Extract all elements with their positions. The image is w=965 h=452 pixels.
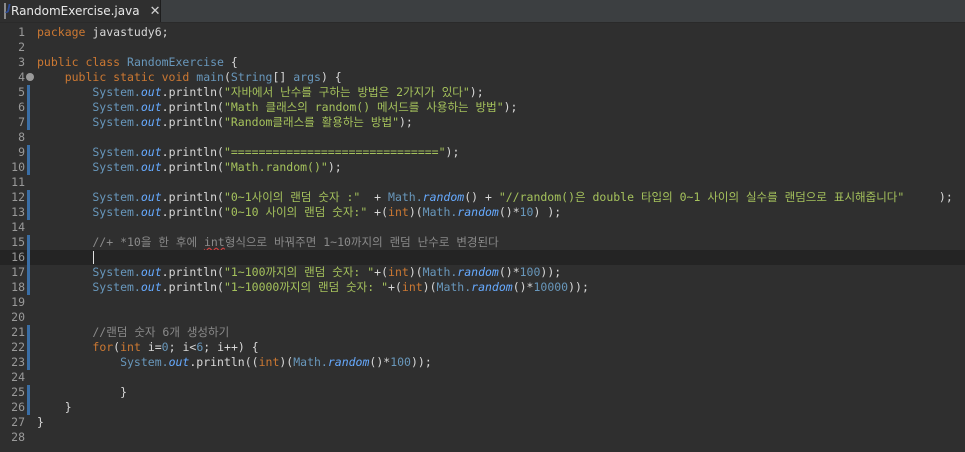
code-line[interactable]: 10 System.out.println("Math.random()"); xyxy=(0,160,965,175)
code-text: System.out.println("자바에서 난수를 구하는 방법은 2가지… xyxy=(37,85,484,99)
line-number: 12 xyxy=(11,190,25,204)
code-line[interactable]: 26 } xyxy=(0,400,965,415)
code-text: //+ *10을 한 후에 int형식으로 바꿔주면 1~10까지의 랜덤 난수… xyxy=(37,235,499,249)
line-number: 28 xyxy=(11,430,25,444)
change-marker xyxy=(27,385,30,400)
code-line[interactable]: 19 xyxy=(0,295,965,310)
line-number: 25 xyxy=(11,385,25,399)
code-line[interactable]: 17 System.out.println("1~100까지의 랜덤 숫자: "… xyxy=(0,265,965,280)
change-marker xyxy=(27,400,30,415)
code-line[interactable]: 12 System.out.println("0~1사이의 랜덤 숫자 :" +… xyxy=(0,190,965,205)
change-marker xyxy=(27,160,30,175)
change-marker xyxy=(27,355,30,370)
code-line[interactable]: 3 public class RandomExercise { xyxy=(0,55,965,70)
code-line[interactable]: 25 } xyxy=(0,385,965,400)
line-number: 13 xyxy=(11,205,25,219)
line-number: 4 xyxy=(18,70,25,84)
line-number: 5 xyxy=(18,85,25,99)
line-number: 14 xyxy=(11,220,25,234)
fold-collapse-icon[interactable] xyxy=(26,73,34,81)
code-text: } xyxy=(37,400,72,414)
text-caret xyxy=(93,251,94,264)
close-icon[interactable]: ✕ xyxy=(150,4,161,19)
code-text: System.out.println("Math 클래스의 random() 메… xyxy=(37,100,518,114)
change-marker xyxy=(27,325,30,340)
line-number: 1 xyxy=(18,25,25,39)
code-line[interactable]: 9 System.out.println("==================… xyxy=(0,145,965,160)
line-number: 15 xyxy=(11,235,25,249)
change-marker xyxy=(27,145,30,160)
line-number: 9 xyxy=(18,145,25,159)
line-number: 16 xyxy=(11,250,25,264)
code-text: System.out.println("0~1사이의 랜덤 숫자 :" + Ma… xyxy=(37,190,953,204)
change-marker xyxy=(27,115,30,130)
code-line[interactable]: 22 for(int i=0; i<6; i++) { xyxy=(0,340,965,355)
code-line[interactable]: 28 xyxy=(0,430,965,445)
code-line[interactable]: 7 System.out.println("Random클래스를 활용하는 방법… xyxy=(0,115,965,130)
code-text: System.out.println("0~10 사이의 랜덤 숫자:" +(i… xyxy=(37,205,562,219)
line-number: 27 xyxy=(11,415,25,429)
change-marker xyxy=(27,190,30,205)
line-number: 26 xyxy=(11,400,25,414)
line-number: 24 xyxy=(11,370,25,384)
code-text: } xyxy=(37,385,128,399)
line-number: 6 xyxy=(18,100,25,114)
line-number: 18 xyxy=(11,280,25,294)
tab-random-exercise[interactable]: RandomExercise.java ✕ xyxy=(0,0,161,22)
code-line[interactable]: 2 xyxy=(0,40,965,55)
change-marker xyxy=(27,265,30,280)
code-line[interactable]: 18 System.out.println("1~10000까지의 랜덤 숫자:… xyxy=(0,280,965,295)
code-line[interactable]: 11 xyxy=(0,175,965,190)
code-text: System.out.println("1~10000까지의 랜덤 숫자: "+… xyxy=(37,280,589,294)
code-line[interactable]: 27} xyxy=(0,415,965,430)
line-number: 10 xyxy=(11,160,25,174)
code-text: public static void main(String[] args) { xyxy=(64,70,342,84)
code-line[interactable]: 13 System.out.println("0~10 사이의 랜덤 숫자:" … xyxy=(0,205,965,220)
code-text: //랜덤 숫자 6개 생성하기 xyxy=(37,325,230,339)
change-marker xyxy=(27,250,30,265)
line-number: 23 xyxy=(11,355,25,369)
line-number: 2 xyxy=(18,40,25,54)
code-line[interactable]: 15 //+ *10을 한 후에 int형식으로 바꿔주면 1~10까지의 랜덤… xyxy=(0,235,965,250)
code-editor[interactable]: 1 package javastudy6; 2 3 public class Rando… xyxy=(0,23,965,452)
editor-tab-bar: RandomExercise.java ✕ xyxy=(0,0,965,23)
tab-filename: RandomExercise.java xyxy=(11,4,140,18)
code-text: for(int i=0; i<6; i++) { xyxy=(92,340,259,354)
line-number: 21 xyxy=(11,325,25,339)
code-line[interactable]: 21 //랜덤 숫자 6개 생성하기 xyxy=(0,325,965,340)
java-file-icon xyxy=(4,3,11,19)
code-line[interactable]: 1 package javastudy6; xyxy=(0,25,965,40)
change-marker xyxy=(27,85,30,100)
code-line[interactable]: 6 System.out.println("Math 클래스의 random()… xyxy=(0,100,965,115)
change-marker xyxy=(27,235,30,250)
line-number: 7 xyxy=(18,115,25,129)
line-number: 11 xyxy=(11,175,25,189)
code-line[interactable]: 20 xyxy=(0,310,965,325)
code-text: } xyxy=(37,415,44,429)
line-number: 3 xyxy=(18,55,25,69)
change-marker xyxy=(27,340,30,355)
code-line[interactable]: 23 System.out.println((int)(Math.random(… xyxy=(0,355,965,370)
code-text: public class RandomExercise { xyxy=(37,55,238,69)
code-text: System.out.println("Random클래스를 활용하는 방법")… xyxy=(37,115,413,129)
code-line[interactable]: 4 public static void main(String[] args)… xyxy=(0,70,965,85)
line-number: 8 xyxy=(18,130,25,144)
code-text: System.out.println("====================… xyxy=(37,145,460,159)
code-text: System.out.println((int)(Math.random()*1… xyxy=(37,355,432,369)
line-number: 22 xyxy=(11,340,25,354)
code-line[interactable]: 24 xyxy=(0,370,965,385)
code-text: package javastudy6; xyxy=(37,25,169,39)
code-line[interactable]: 8 xyxy=(0,130,965,145)
code-line[interactable]: 5 System.out.println("자바에서 난수를 구하는 방법은 2… xyxy=(0,85,965,100)
line-number: 20 xyxy=(11,310,25,324)
code-text: System.out.println("Math.random()"); xyxy=(37,160,342,174)
code-text: System.out.println("1~100까지의 랜덤 숫자: "+(i… xyxy=(37,265,562,279)
change-marker xyxy=(27,100,30,115)
code-line[interactable]: 16 xyxy=(0,250,965,265)
code-line[interactable]: 14 xyxy=(0,220,965,235)
line-number: 17 xyxy=(11,265,25,279)
change-marker xyxy=(27,280,30,295)
line-number: 19 xyxy=(11,295,25,309)
change-marker xyxy=(27,205,30,220)
